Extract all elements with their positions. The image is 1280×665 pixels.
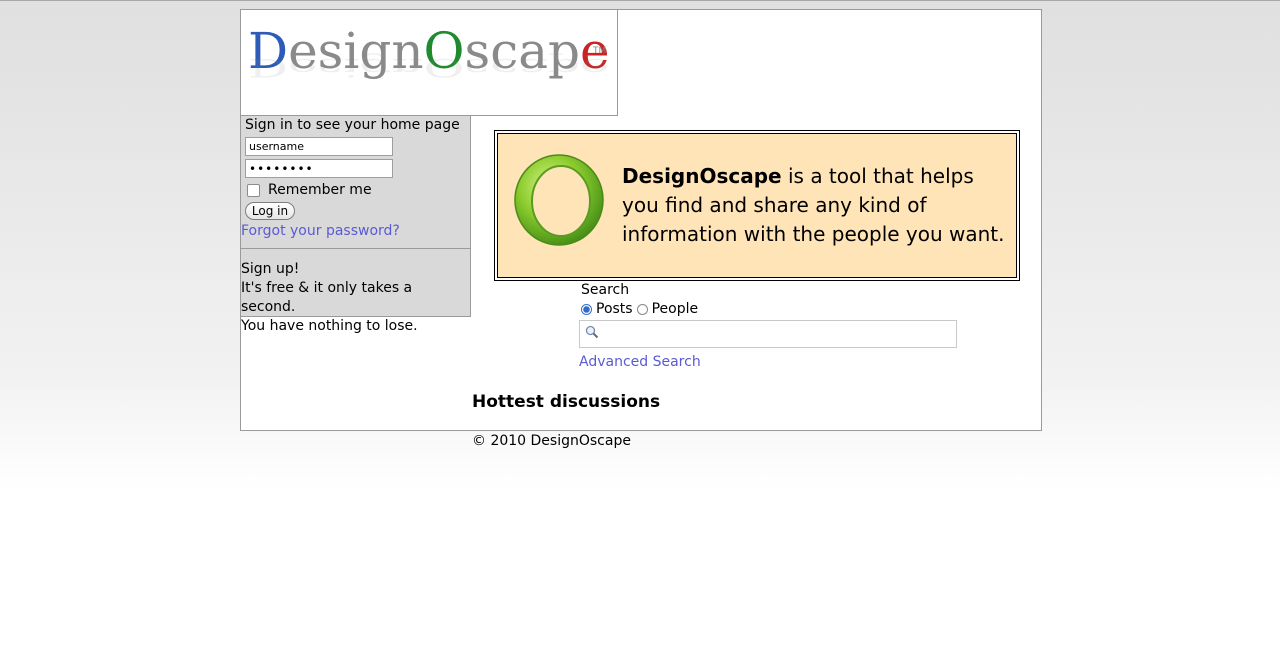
footer-copyright: © 2010 DesignOscape bbox=[472, 433, 631, 449]
advanced-search-link[interactable]: Advanced Search bbox=[579, 354, 701, 370]
intro-banner: DesignOscape is a tool that helps you fi… bbox=[494, 130, 1020, 281]
login-button[interactable]: Log in bbox=[245, 202, 295, 220]
radio-posts[interactable] bbox=[581, 303, 592, 315]
forgot-password-link[interactable]: Forgot your password? bbox=[241, 223, 400, 239]
signup-heading[interactable]: Sign up! bbox=[241, 260, 470, 279]
signin-divider bbox=[241, 248, 470, 249]
signup-section: Sign up! It's free & it only takes a sec… bbox=[241, 260, 470, 336]
signup-text-2: You have nothing to lose. bbox=[241, 318, 418, 334]
search-input[interactable] bbox=[579, 320, 957, 348]
search-icon bbox=[585, 325, 599, 339]
radio-people-label: People bbox=[651, 301, 699, 317]
radio-posts-label: Posts bbox=[596, 301, 633, 317]
banner-brand: DesignOscape bbox=[622, 164, 782, 188]
radio-people[interactable] bbox=[636, 303, 648, 315]
search-scope: Posts People bbox=[581, 301, 698, 317]
remember-me[interactable]: Remember me bbox=[245, 182, 372, 198]
trademark-mark: TM bbox=[593, 46, 607, 56]
o-logo-icon bbox=[514, 154, 604, 246]
remember-me-label: Remember me bbox=[268, 182, 372, 198]
hottest-discussions-heading: Hottest discussions bbox=[472, 392, 661, 412]
username-field[interactable] bbox=[245, 137, 393, 156]
signup-text-1: It's free & it only takes a second. bbox=[241, 280, 413, 315]
signin-panel: Sign in to see your home page Remember m… bbox=[240, 116, 471, 334]
signin-title: Sign in to see your home page bbox=[245, 117, 460, 133]
password-field[interactable] bbox=[245, 159, 393, 178]
site-logo[interactable]: DesignOscape DesignOscape TM bbox=[240, 9, 618, 116]
logo-reflection: DesignOscape bbox=[248, 53, 610, 82]
banner-text: DesignOscape is a tool that helps you fi… bbox=[622, 162, 1012, 249]
search-label: Search bbox=[581, 282, 630, 298]
top-border bbox=[0, 0, 1280, 1]
remember-me-checkbox[interactable] bbox=[247, 183, 260, 197]
